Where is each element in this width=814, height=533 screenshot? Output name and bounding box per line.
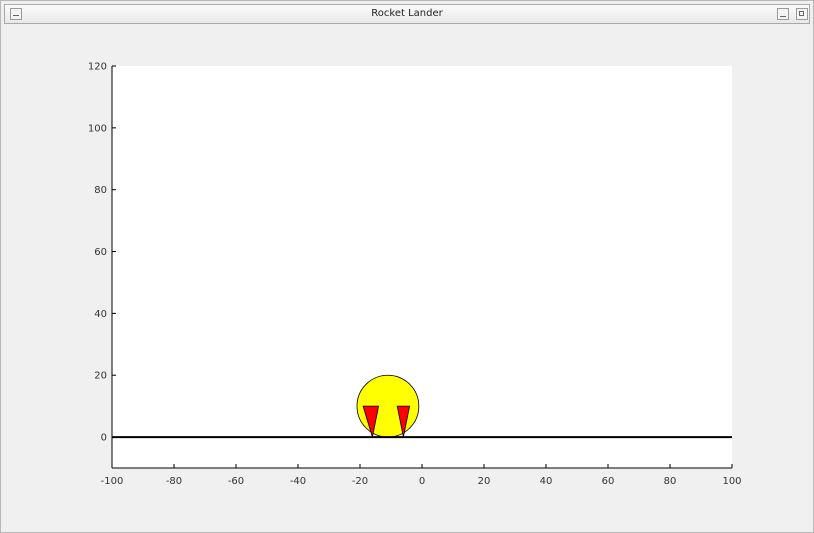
x-tick-label: -60 [228,476,244,487]
y-tick-label: 60 [94,247,107,258]
x-tick-label: -40 [290,476,306,487]
x-tick-label: 100 [722,476,741,487]
x-tick-label: 0 [419,476,425,487]
x-tick-label: -100 [101,476,124,487]
y-tick-label: 20 [94,371,107,382]
y-tick-label: 80 [94,185,107,196]
figure-area: -100 -80 -60 -40 -20 0 20 40 60 80 100 0 20 40 60 80 100… [7,25,808,530]
x-tick-label: -20 [352,476,368,487]
y-tick-label: 40 [94,309,107,320]
y-tick-label: 100 [88,123,107,134]
window-title: Rocket Lander [371,8,443,19]
y-tick-label: 120 [88,62,107,73]
maximize-button[interactable] [796,8,808,20]
x-tick-label: 40 [540,476,553,487]
x-tick-label: 60 [602,476,615,487]
title-bar[interactable]: Rocket Lander [4,4,810,24]
plot-canvas[interactable]: -100 -80 -60 -40 -20 0 20 40 60 80 100 0 20 40 60 80 100… [7,25,808,530]
minimize-button[interactable] [777,8,789,20]
app-window: Rocket Lander -100 -80 -60 -40 -20 0 20 40 60 80 1… [0,0,814,533]
x-tick-label: 20 [478,476,491,487]
axes-background [112,66,732,468]
y-tick-label: 0 [101,433,107,444]
x-tick-label: 80 [664,476,677,487]
x-tick-label: -80 [166,476,182,487]
